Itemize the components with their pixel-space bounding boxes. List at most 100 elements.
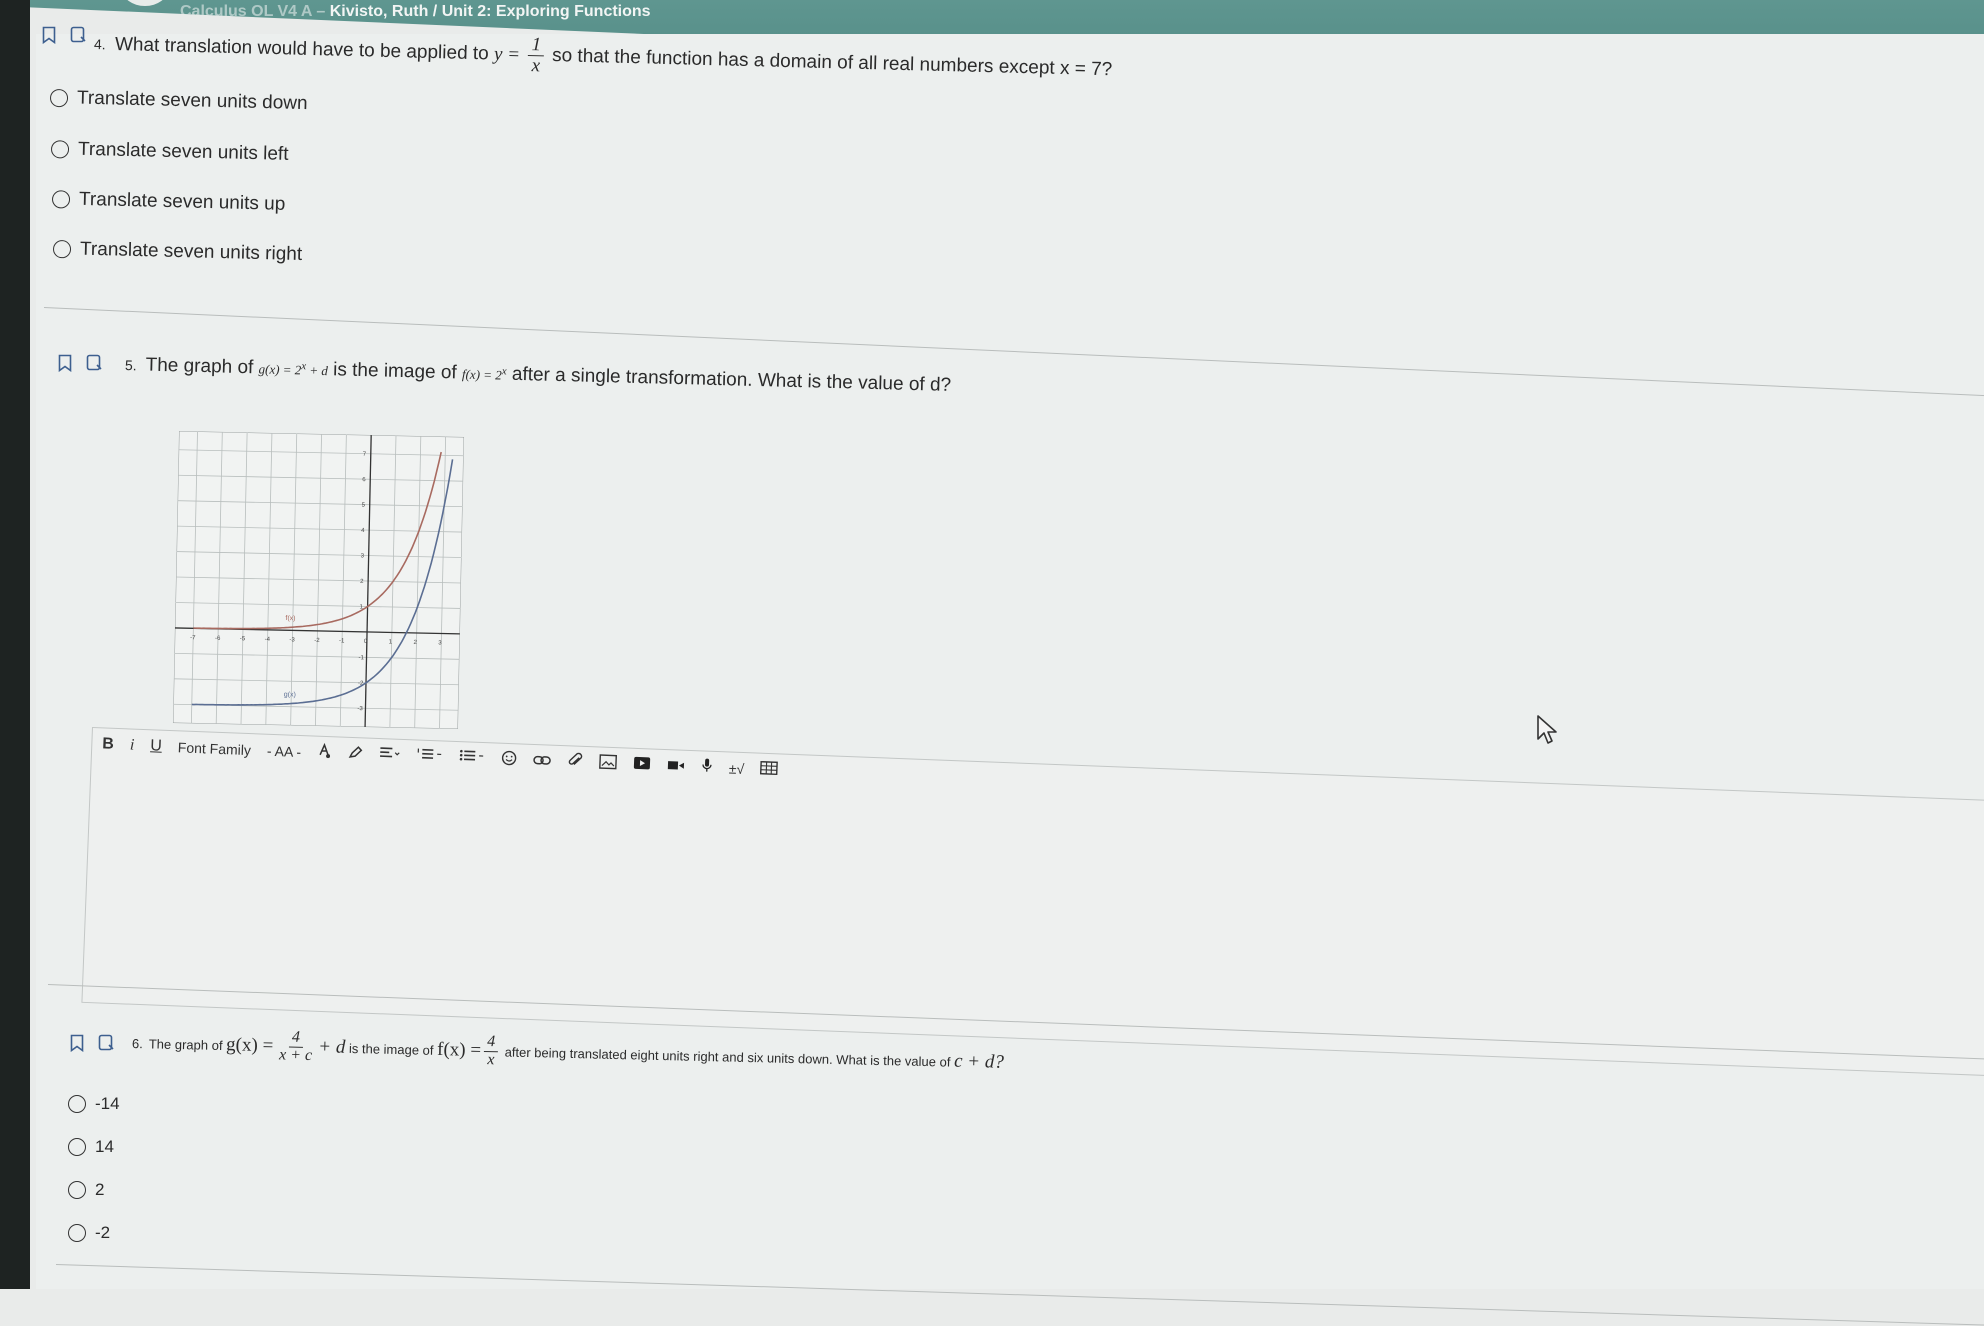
left-border <box>0 0 30 1289</box>
option-label: 2 <box>95 1180 105 1199</box>
emoji-icon[interactable] <box>501 750 518 770</box>
q5-number: 5. <box>124 357 137 374</box>
radio-button[interactable] <box>49 88 69 108</box>
image-icon[interactable] <box>599 753 618 773</box>
radio-button[interactable] <box>52 239 72 259</box>
q4-frac-den: x <box>531 55 541 77</box>
q6-prompt: 6. The graph of g(x) = 4 x + c + d is th… <box>132 1026 1005 1080</box>
y-tick-label: -1 <box>358 655 364 661</box>
series-label-f: f(x) <box>285 615 295 622</box>
unordered-list-icon[interactable] <box>459 749 486 767</box>
q5-fx-base: f(x) = 2 <box>461 366 502 383</box>
record-video-icon[interactable] <box>667 758 686 775</box>
q5-prompt: 5. The graph of g(x) = 2x + d is the ima… <box>125 354 952 397</box>
q6-icons <box>70 1034 114 1057</box>
text-color-icon[interactable] <box>317 742 332 763</box>
exponential-graph: -7 -6 -5 -4 -3 -2 -1 0 1 2 37654321-1-2-3f(x)g(x) <box>172 430 465 730</box>
breadcrumb[interactable]: Calculus OL V4 A – Kivisto, Ruth / Unit … <box>180 3 651 21</box>
radio-button[interactable] <box>68 1181 86 1199</box>
bold-button[interactable]: B <box>102 735 114 753</box>
q5-fx-exp: x <box>501 365 507 378</box>
bookmark-icon[interactable] <box>58 354 72 377</box>
q4-y-eq: y = <box>493 43 521 66</box>
q6-g-label: g(x) = <box>225 1034 274 1057</box>
radio-button[interactable] <box>51 190 71 209</box>
q6-text-1: The graph of <box>148 1036 223 1053</box>
attachment-icon[interactable] <box>567 752 584 772</box>
video-icon[interactable] <box>633 756 652 774</box>
radio-button[interactable] <box>50 140 70 159</box>
q4-icons <box>42 26 86 49</box>
q6-option-4[interactable]: -2 <box>68 1223 110 1243</box>
editor-toolbar: B i U Font Family - AA - ±√ <box>102 734 779 779</box>
q6-text-2: is the image of <box>348 1040 434 1058</box>
q6-g-num: 4 <box>288 1029 304 1048</box>
q4-option-4[interactable]: Translate seven units right <box>52 238 303 266</box>
ordered-list-icon[interactable] <box>417 748 444 766</box>
q6-option-1[interactable]: -14 <box>68 1094 120 1114</box>
q4-condition: x = 7? <box>1059 57 1113 81</box>
y-tick-label: -3 <box>357 706 363 712</box>
font-size-label: AA <box>274 742 293 760</box>
q4-text-before: What translation would have to be applie… <box>114 33 490 65</box>
option-label: Translate seven units left <box>77 138 289 165</box>
q6-f-label: f(x) = <box>436 1039 482 1062</box>
q4-option-2[interactable]: Translate seven units left <box>50 138 289 166</box>
q5-gx-tail: + d <box>305 362 329 379</box>
radio-button[interactable] <box>68 1224 86 1242</box>
font-family-select[interactable]: Font Family <box>178 739 252 758</box>
x-tick-label: -4 <box>265 637 271 643</box>
course-title: Kivisto, Ruth / Unit 2: Exploring Functi… <box>329 3 651 20</box>
link-icon[interactable] <box>533 752 552 769</box>
q6-f-num: 4 <box>484 1033 499 1053</box>
series-label-g: g(x) <box>284 691 296 698</box>
flag-icon[interactable] <box>86 354 102 377</box>
q5-text-3: after a single transformation. What is t… <box>511 363 952 396</box>
italic-button[interactable]: i <box>130 736 135 754</box>
table-icon[interactable] <box>760 760 779 779</box>
option-label: -14 <box>95 1094 120 1113</box>
q6-text-3: after being translated eight units right… <box>504 1044 951 1070</box>
q4-option-3[interactable]: Translate seven units up <box>51 188 286 216</box>
mouse-cursor-icon <box>1536 714 1558 751</box>
x-tick-label: -5 <box>240 636 246 642</box>
microphone-icon[interactable] <box>701 757 714 776</box>
flag-icon[interactable] <box>98 1034 114 1057</box>
q4-text-after: so that the function has a domain of all… <box>551 45 1055 79</box>
q6-number: 6. <box>131 1035 144 1052</box>
q5-fx: f(x) = 2x <box>461 365 507 383</box>
x-tick-label: -1 <box>339 638 345 644</box>
q4-option-1[interactable]: Translate seven units down <box>49 87 308 115</box>
align-icon[interactable] <box>379 746 402 764</box>
q6-f-den: x <box>487 1050 495 1069</box>
option-label: Translate seven units down <box>76 87 308 115</box>
q6-option-3[interactable]: 2 <box>68 1180 104 1200</box>
bookmark-icon[interactable] <box>42 26 56 49</box>
bookmark-icon[interactable] <box>70 1034 84 1057</box>
q5-gx: g(x) = 2x + d <box>258 360 329 379</box>
q4-number: 4. <box>93 36 106 53</box>
radio-button[interactable] <box>68 1138 86 1156</box>
underline-button[interactable]: U <box>150 737 162 755</box>
highlight-icon[interactable] <box>347 744 364 764</box>
q6-g-den: x + c <box>278 1046 313 1064</box>
font-size-select[interactable]: - AA - <box>267 742 302 759</box>
quiz-content: 4. What translation would have to be app… <box>36 26 1984 1326</box>
x-tick-label: -7 <box>190 635 196 641</box>
formula-button[interactable]: ±√ <box>729 760 745 777</box>
radio-button[interactable] <box>68 1095 86 1113</box>
answer-editor[interactable]: B i U Font Family - AA - ±√ <box>81 727 1984 1078</box>
q4-fraction: 1 x <box>528 34 545 77</box>
q6-option-2[interactable]: 14 <box>68 1137 114 1157</box>
divider <box>55 1264 1984 1326</box>
divider <box>43 307 1984 397</box>
option-label: -2 <box>95 1223 111 1242</box>
option-label: Translate seven units right <box>79 238 303 266</box>
q6-f-fraction: 4 x <box>484 1033 499 1069</box>
q4-prompt: 4. What translation would have to be app… <box>93 24 1113 91</box>
q5-icons <box>58 354 102 377</box>
x-tick-label: -3 <box>289 637 295 643</box>
option-label: Translate seven units up <box>78 188 286 215</box>
avatar[interactable] <box>122 0 168 6</box>
flag-icon[interactable] <box>70 26 86 49</box>
